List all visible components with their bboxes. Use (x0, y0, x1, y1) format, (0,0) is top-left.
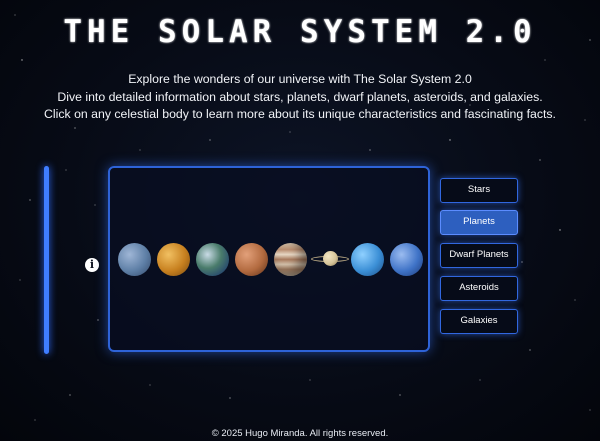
planet-saturn[interactable] (311, 248, 349, 270)
planet-earth[interactable] (196, 243, 229, 276)
planet-mercury[interactable] (118, 243, 151, 276)
menu-button-stars[interactable]: Stars (440, 178, 518, 203)
intro-line-1: Explore the wonders of our universe with… (128, 72, 472, 86)
planet-venus[interactable] (157, 243, 190, 276)
planet-uranus[interactable] (351, 243, 384, 276)
footer-copyright: © 2025 Hugo Miranda. All rights reserved… (211, 428, 389, 439)
menu-button-dwarf-planets[interactable]: Dwarf Planets (440, 243, 518, 268)
progress-bar (44, 166, 49, 354)
intro-text: Explore the wonders of our universe with… (0, 71, 600, 124)
planet-neptune[interactable] (390, 243, 423, 276)
menu-button-planets[interactable]: Planets (440, 210, 518, 235)
planet-mars[interactable] (235, 243, 268, 276)
info-icon[interactable]: i (85, 258, 99, 272)
intro-line-2: Dive into detailed information about sta… (57, 89, 543, 104)
page-title: THE SOLAR SYSTEM 2.0 (63, 14, 537, 50)
menu-button-galaxies[interactable]: Galaxies (440, 309, 518, 334)
intro-line-3: Click on any celestial body to learn mor… (44, 107, 556, 121)
celestial-panel (108, 166, 430, 352)
planet-jupiter[interactable] (274, 243, 307, 276)
menu-button-asteroids[interactable]: Asteroids (440, 276, 518, 301)
